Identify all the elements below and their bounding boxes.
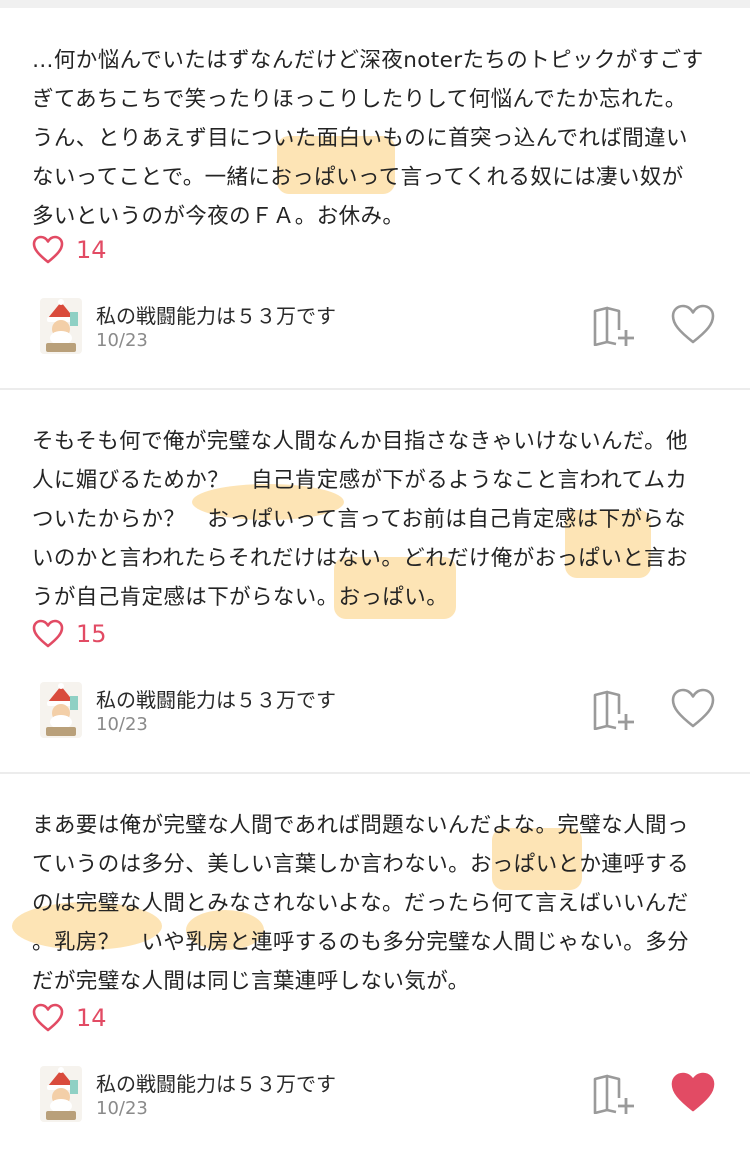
magazine-add-icon[interactable] [592, 1074, 638, 1114]
like-count: 14 [76, 1004, 107, 1032]
post-text-line: うが自己肯定感は下がらない。おっぱい。 [32, 585, 449, 610]
santa-avatar-icon [40, 682, 82, 738]
post-text-line: のは完璧な人間とみなされないよな。だったら何て言えばいいんだ [32, 891, 689, 916]
author-name[interactable]: 私の戦闘能力は５３万です [96, 1068, 336, 1097]
post-card: まあ要は俺が完璧な人間であれば問題ないんだよな。完璧な人間っ ていうのは多分、美… [0, 774, 750, 1153]
author-name[interactable]: 私の戦闘能力は５３万です [96, 684, 336, 713]
post-text-line: ないってことで。一緒におっぱいって言ってくれる奴には凄い奴が [32, 165, 684, 190]
author-row: 私の戦闘能力は５３万です 10/23 [32, 298, 722, 354]
heart-outline-icon [32, 235, 64, 264]
like-count: 14 [76, 236, 107, 264]
avatar[interactable] [40, 1066, 82, 1122]
heart-outline-icon[interactable] [670, 686, 716, 730]
magazine-add-icon[interactable] [592, 690, 638, 730]
post-card: …何か悩んでいたはずなんだけど深夜noterたちのトピックがすごす ぎてあちこち… [0, 8, 750, 388]
heart-outline-icon [32, 619, 64, 648]
like-count: 15 [76, 620, 107, 648]
avatar[interactable] [40, 298, 82, 354]
post-text-line: だが完璧な人間は同じ言葉連呼しない気が。 [32, 969, 470, 994]
post-body: …何か悩んでいたはずなんだけど深夜noterたちのトピックがすごす ぎてあちこち… [32, 41, 722, 236]
post-text-line: そもそも何で俺が完璧な人間なんか目指さなきゃいけないんだ。他 [32, 429, 688, 454]
post-card: そもそも何で俺が完璧な人間なんか目指さなきゃいけないんだ。他 人に媚びるためか？… [0, 390, 750, 772]
post-text-line: 人に媚びるためか？ 自己肯定感が下がるようなこと言われてムカ [32, 468, 688, 493]
post-body: まあ要は俺が完璧な人間であれば問題ないんだよな。完璧な人間っ ていうのは多分、美… [32, 806, 722, 1001]
post-text-line: うん、とりあえず目についた面白いものに首突っ込んでれば間違い [32, 126, 688, 151]
post-text-line: いのかと言われたらそれだけはない。どれだけ俺がおっぱいと言お [32, 546, 688, 571]
post-date: 10/23 [96, 1098, 148, 1119]
heart-outline-icon [32, 1003, 64, 1032]
santa-avatar-icon [40, 1066, 82, 1122]
author-row: 私の戦闘能力は５３万です 10/23 [32, 1066, 722, 1122]
magazine-add-icon[interactable] [592, 306, 638, 346]
like-button[interactable]: 15 [32, 619, 107, 649]
santa-avatar-icon [40, 298, 82, 354]
avatar[interactable] [40, 682, 82, 738]
author-name[interactable]: 私の戦闘能力は５３万です [96, 300, 336, 329]
post-text-line: ぎてあちこちで笑ったりほっこりしたりして何悩んでたか忘れた。 [32, 87, 687, 112]
top-divider [0, 0, 750, 8]
like-button[interactable]: 14 [32, 1003, 107, 1033]
heart-filled-icon[interactable] [670, 1070, 716, 1114]
post-text-line: ていうのは多分、美しい言葉しか言わない。おっぱいとか連呼する [32, 852, 690, 877]
heart-outline-icon[interactable] [670, 302, 716, 346]
post-text-line: ついたからか？ おっぱいって言ってお前は自己肯定感は下がらな [32, 507, 687, 532]
post-text-line: 多いというのが今夜のＦＡ。お休み。 [32, 204, 405, 229]
post-text-line: まあ要は俺が完璧な人間であれば問題ないんだよな。完璧な人間っ [32, 813, 689, 838]
post-text-line: 。乳房？ いや乳房と連呼するのも多分完璧な人間じゃない。多分 [32, 930, 690, 955]
post-text-line: …何か悩んでいたはずなんだけど深夜noterたちのトピックがすごす [32, 48, 704, 73]
post-date: 10/23 [96, 714, 148, 735]
post-body: そもそも何で俺が完璧な人間なんか目指さなきゃいけないんだ。他 人に媚びるためか？… [32, 422, 722, 617]
like-button[interactable]: 14 [32, 235, 107, 265]
author-row: 私の戦闘能力は５３万です 10/23 [32, 682, 722, 738]
post-date: 10/23 [96, 330, 148, 351]
